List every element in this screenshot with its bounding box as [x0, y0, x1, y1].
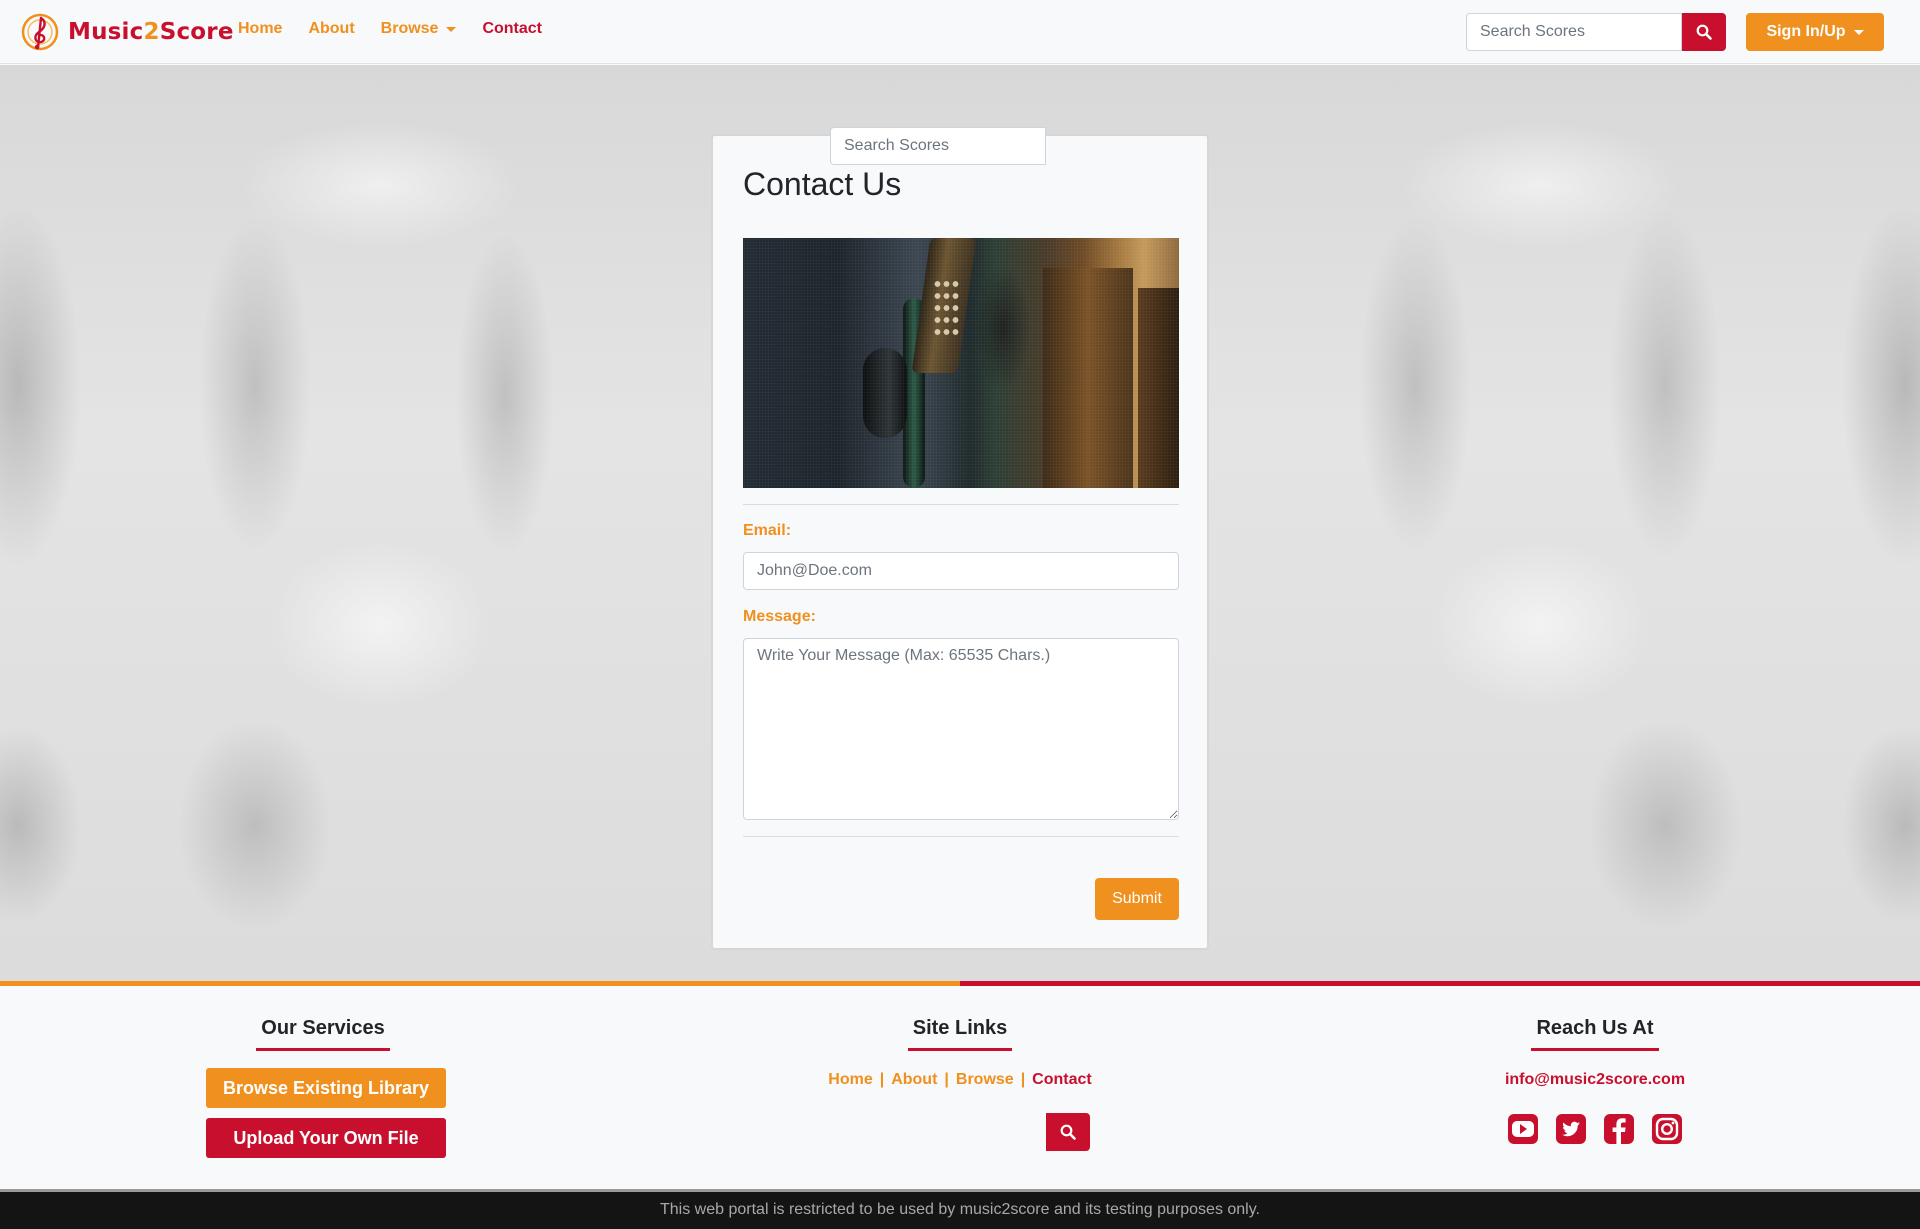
link-separator: |: [944, 1071, 949, 1088]
sign-in-up-dropdown[interactable]: Sign In/Up: [1746, 13, 1884, 51]
footer-heading-site-links: Site Links: [640, 1017, 1280, 1051]
search-icon: [1060, 1124, 1076, 1140]
twitter-icon[interactable]: [1555, 1113, 1587, 1145]
footer-search-input[interactable]: [830, 127, 1046, 165]
nav-browse-dropdown[interactable]: Browse: [381, 20, 457, 38]
link-separator: |: [1020, 1071, 1026, 1088]
browse-library-button[interactable]: Browse Existing Library: [206, 1068, 446, 1108]
facebook-icon[interactable]: [1603, 1113, 1635, 1145]
upload-file-button[interactable]: Upload Your Own File: [206, 1118, 446, 1158]
message-label: Message:: [743, 608, 816, 625]
nav-about-link[interactable]: About: [308, 20, 354, 38]
email-field[interactable]: [743, 552, 1179, 590]
header-search-button[interactable]: [1682, 13, 1726, 51]
caret-down-icon: [1853, 29, 1864, 35]
disclaimer-text: This web portal is restricted to be used…: [660, 1201, 1260, 1218]
footer-site-links: Site Links Home | About | Browse | Contact: [640, 986, 1280, 1189]
caret-down-icon: [446, 26, 457, 32]
footer-heading-reach: Reach Us At: [1275, 1017, 1915, 1051]
page-title: Contact Us: [743, 166, 902, 202]
instagram-icon[interactable]: [1651, 1113, 1683, 1145]
footer-services: Our Services Browse Existing Library Upl…: [3, 986, 643, 1189]
search-icon: [1696, 24, 1712, 40]
footer-links: Home | About | Browse | Contact: [640, 1071, 1280, 1089]
payphone-photo: [743, 238, 1179, 488]
divider: [743, 836, 1179, 837]
contact-card: Contact Us Email: Message: Submit: [711, 134, 1209, 950]
footer-link-about[interactable]: About: [891, 1071, 937, 1088]
nav-home-link[interactable]: Home: [238, 20, 282, 38]
footer-link-contact[interactable]: Contact: [1032, 1071, 1092, 1088]
footer-heading-services: Our Services: [3, 1017, 643, 1051]
brand-name-part2: 2: [143, 19, 160, 45]
brand-name: Music2Score: [68, 19, 234, 45]
footer: Our Services Browse Existing Library Upl…: [0, 986, 1920, 1189]
email-label: Email:: [743, 522, 792, 539]
header-search-input[interactable]: [1466, 13, 1682, 51]
message-textarea[interactable]: [743, 638, 1179, 820]
footer-search-button[interactable]: [1046, 1113, 1090, 1151]
youtube-icon[interactable]: [1507, 1113, 1539, 1145]
nav-contact-link[interactable]: Contact: [482, 20, 542, 38]
brand-name-part3: Score: [159, 19, 234, 45]
footer-reach: Reach Us At info@music2score.com: [1275, 986, 1915, 1189]
footer-heading-text: Site Links: [907, 1017, 1013, 1051]
submit-button[interactable]: Submit: [1095, 878, 1179, 920]
footer-link-browse[interactable]: Browse: [956, 1071, 1014, 1088]
main-nav: Home About Browse Contact: [238, 20, 568, 38]
top-navbar: Music2Score Home About Browse Contact Si…: [0, 0, 1920, 64]
contact-email-link[interactable]: info@music2score.com: [1275, 1071, 1915, 1089]
bottom-bar: This web portal is restricted to be used…: [0, 1189, 1920, 1229]
brand-name-part1: Music: [68, 19, 144, 45]
brand-logo[interactable]: Music2Score: [20, 12, 234, 52]
music-clef-icon: [20, 12, 60, 52]
footer-link-home[interactable]: Home: [828, 1071, 872, 1088]
nav-browse-label: Browse: [380, 20, 439, 37]
sign-in-up-label: Sign In/Up: [1766, 23, 1846, 40]
link-separator: |: [879, 1071, 885, 1088]
social-links: [1275, 1113, 1915, 1145]
footer-heading-text: Reach Us At: [1531, 1017, 1659, 1051]
photo-grain: [743, 238, 1179, 488]
footer-heading-text: Our Services: [256, 1017, 390, 1051]
divider: [743, 504, 1179, 505]
